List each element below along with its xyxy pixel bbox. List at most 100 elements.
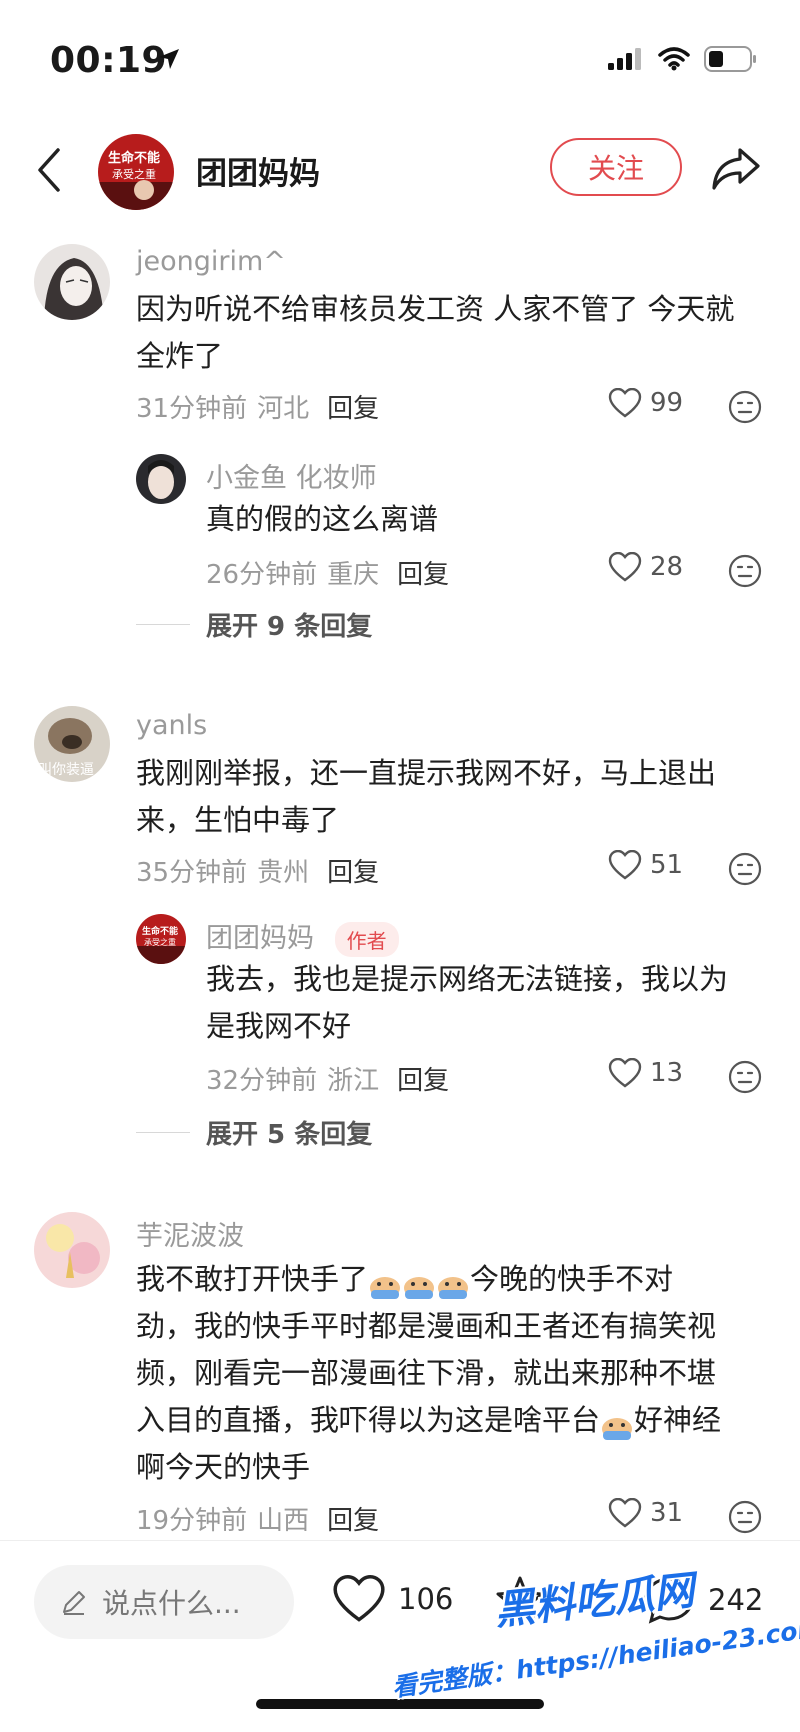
- meh-face-icon: [728, 554, 762, 588]
- author-avatar[interactable]: 生命不能 承受之重: [98, 134, 174, 210]
- comment-text-segment: 入目的直播，我吓得以为这是啥平台: [136, 1403, 601, 1437]
- comment-text: 我刚刚举报，还一直提示我网不好，马上退出 来，生怕中毒了: [136, 750, 716, 844]
- post-collect-button[interactable]: 28: [494, 1575, 595, 1625]
- share-button[interactable]: [708, 144, 764, 194]
- post-comment-button[interactable]: 242: [642, 1575, 763, 1625]
- meh-face-icon: [728, 1060, 762, 1094]
- location-arrow-icon: [156, 46, 182, 76]
- comment-text-line: 来，生怕中毒了: [136, 803, 340, 837]
- comment-text-segment: 我不敢打开快手了: [136, 1262, 369, 1296]
- like-button[interactable]: 13: [608, 1058, 683, 1088]
- cellular-signal-icon: [608, 48, 641, 70]
- dislike-emoji-button[interactable]: [728, 1060, 762, 1094]
- comment-bubble-icon: [644, 1577, 694, 1624]
- crying-emoji-icon: [402, 1267, 436, 1299]
- reply-button[interactable]: 回复: [327, 1500, 379, 1537]
- follow-button[interactable]: 关注: [550, 138, 682, 196]
- pencil-icon: [63, 1591, 85, 1615]
- reply-meta: 32分钟前 浙江 回复: [206, 1060, 449, 1097]
- like-count: 51: [650, 850, 684, 880]
- comment-username[interactable]: yanls: [136, 710, 207, 741]
- reply-location: 重庆: [327, 560, 380, 590]
- comment-meta: 19分钟前 山西 回复: [136, 1500, 379, 1537]
- crying-emoji-icon: [368, 1267, 402, 1299]
- wifi-icon: [658, 47, 690, 71]
- like-count: 13: [650, 1058, 684, 1088]
- dislike-emoji-button[interactable]: [728, 852, 762, 886]
- commenter-avatar[interactable]: [34, 1212, 110, 1288]
- divider-line: [136, 1132, 190, 1133]
- like-count: 31: [650, 1498, 684, 1528]
- commenter-avatar[interactable]: [34, 244, 110, 320]
- comment-location: 贵州: [257, 858, 310, 888]
- reply-button[interactable]: 回复: [327, 852, 379, 889]
- comment-text: 我不敢打开快手了 今晚的快手不对 劲，我的快手平时都是漫画和王者还有搞笑视 频，刚…: [136, 1256, 776, 1491]
- author-name[interactable]: 团团妈妈: [196, 148, 320, 193]
- svg-text:承受之重: 承受之重: [144, 937, 176, 947]
- expand-replies-label: 展开 5 条回复: [206, 1120, 373, 1150]
- post-like-button[interactable]: 106: [332, 1575, 453, 1623]
- like-count: 28: [650, 552, 684, 582]
- reply-button[interactable]: 回复: [327, 388, 379, 425]
- comment-text-line: 啊今天的快手: [136, 1450, 311, 1484]
- home-indicator: [256, 1699, 544, 1709]
- status-icons: [608, 46, 758, 72]
- author-badge: 作者: [334, 922, 399, 957]
- avatar-caption: 叫你装逼: [38, 762, 94, 778]
- comment-location: 山西: [257, 1506, 310, 1536]
- heart-icon: [608, 850, 642, 880]
- comment-time: 35分钟前: [136, 858, 248, 888]
- comment-text-line: 我刚刚举报，还一直提示我网不好，马上退出: [136, 756, 717, 790]
- reply-text-line: 是我网不好: [206, 1009, 352, 1043]
- like-count: 99: [650, 388, 684, 418]
- chevron-left-icon: [38, 148, 60, 192]
- comment-username[interactable]: 芋泥波波: [136, 1214, 244, 1253]
- meh-face-icon: [728, 852, 762, 886]
- reply-time: 32分钟前: [206, 1066, 318, 1096]
- expand-replies-button[interactable]: 展开 5 条回复: [136, 1114, 372, 1151]
- heart-icon: [608, 1498, 642, 1528]
- reply-meta: 26分钟前 重庆 回复: [206, 554, 449, 591]
- heart-icon: [608, 388, 642, 418]
- svg-text:承受之重: 承受之重: [112, 167, 156, 181]
- comment-username[interactable]: jeongirim^: [136, 246, 286, 277]
- like-button[interactable]: 28: [608, 552, 683, 582]
- comment-text-line: 全炸了: [136, 339, 224, 373]
- comment-time: 31分钟前: [136, 394, 248, 424]
- crying-emoji-icon: [436, 1267, 470, 1299]
- share-icon: [712, 148, 760, 190]
- reply-button[interactable]: 回复: [397, 1060, 449, 1097]
- comment-input[interactable]: 说点什么...: [34, 1565, 294, 1639]
- comment-meta: 35分钟前 贵州 回复: [136, 852, 379, 889]
- post-collect-count: 28: [558, 1583, 595, 1617]
- comment-text-line: 频，刚看完一部漫画往下滑，就出来那种不堪: [136, 1356, 717, 1390]
- reply-username-row: 团团妈妈 作者: [206, 916, 399, 957]
- comment-text: 因为听说不给审核员发工资 人家不管了 今天就 全炸了: [136, 286, 734, 380]
- dislike-emoji-button[interactable]: [728, 390, 762, 424]
- expand-replies-button[interactable]: 展开 9 条回复: [136, 606, 372, 643]
- reply-avatar[interactable]: 生命不能 承受之重: [136, 914, 186, 964]
- dislike-emoji-button[interactable]: [728, 554, 762, 588]
- reply-text: 我去，我也是提示网络无法链接，我以为 是我网不好: [206, 956, 728, 1050]
- commenter-avatar[interactable]: 叫你装逼: [34, 706, 110, 782]
- reply-button[interactable]: 回复: [397, 554, 449, 591]
- heart-icon: [608, 552, 642, 582]
- dislike-emoji-button[interactable]: [728, 1500, 762, 1534]
- meh-face-icon: [728, 1500, 762, 1534]
- reply-username[interactable]: 团团妈妈: [206, 923, 314, 954]
- reply-username[interactable]: 小金鱼 化妆师: [206, 456, 377, 495]
- status-bar: 00:19: [0, 0, 800, 120]
- battery-icon: [704, 46, 756, 72]
- like-button[interactable]: 31: [608, 1498, 683, 1528]
- reply-text: 真的假的这么离谱: [206, 502, 439, 536]
- post-header: 生命不能 承受之重 团团妈妈 关注: [0, 122, 800, 218]
- comment-text-segment: 好神经: [634, 1403, 722, 1437]
- post-like-count: 106: [398, 1582, 454, 1616]
- svg-text:生命不能: 生命不能: [108, 150, 160, 166]
- reply-time: 26分钟前: [206, 560, 318, 590]
- back-button[interactable]: [30, 144, 70, 196]
- like-button[interactable]: 51: [608, 850, 683, 880]
- reply-avatar[interactable]: [136, 454, 186, 504]
- like-button[interactable]: 99: [608, 388, 683, 418]
- comment-text-line: 我不敢打开快手了 今晚的快手不对: [136, 1256, 776, 1303]
